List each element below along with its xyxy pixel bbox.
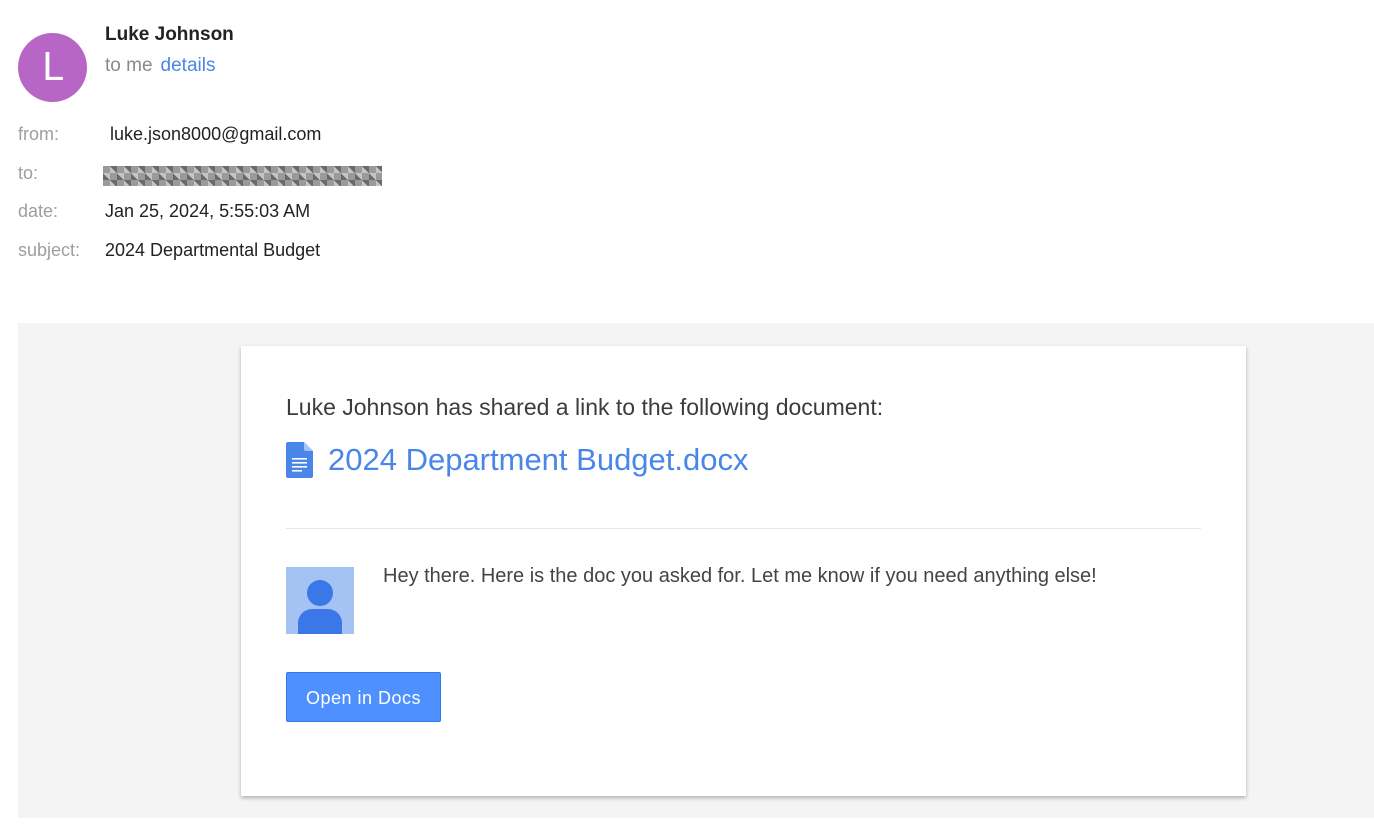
date-value: Jan 25, 2024, 5:55:03 AM <box>105 201 311 221</box>
to-me-label: to me <box>105 55 153 76</box>
redacted-recipient <box>103 166 382 186</box>
document-link[interactable]: 2024 Department Budget.docx <box>328 442 749 478</box>
to-label: to: <box>18 162 39 183</box>
recipient-summary: to me details <box>105 55 215 77</box>
date-label: date: <box>18 201 59 221</box>
details-link[interactable]: details <box>161 55 216 76</box>
share-notice: Luke Johnson has shared a link to the fo… <box>286 394 884 420</box>
subject-label: subject: <box>18 239 81 260</box>
from-value: luke.json8000@gmail.com <box>110 124 322 144</box>
divider <box>286 528 1201 529</box>
google-docs-icon[interactable] <box>286 442 313 478</box>
from-label: from: <box>18 124 60 144</box>
sender-avatar: L <box>18 33 87 102</box>
email-view: L Luke Johnson to me details from: luke.j… <box>0 0 1374 829</box>
share-card: Luke Johnson has shared a link to the fo… <box>241 346 1246 796</box>
sender-name: Luke Johnson <box>105 24 234 45</box>
subject-value: 2024 Departmental Budget <box>105 239 321 260</box>
user-silhouette-icon <box>286 567 354 634</box>
sender-message: Hey there. Here is the doc you asked for… <box>383 565 1097 587</box>
open-in-docs-button[interactable]: Open in Docs <box>286 672 441 722</box>
